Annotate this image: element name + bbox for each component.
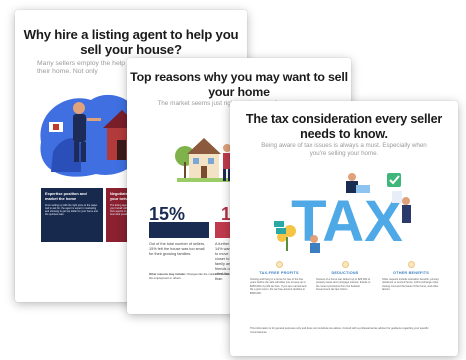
- coin-icon: [275, 261, 283, 268]
- col2-text: Owners of a home can deduct up to $25,00…: [316, 278, 371, 292]
- expertise-heading: Expertise position and market the home: [45, 191, 87, 201]
- tax-free-profits-column: TAX-FREE PROFITS Owning and living in a …: [250, 261, 308, 295]
- col1-text: Owning and living in a home for two of t…: [250, 278, 307, 295]
- tax-columns: TAX-FREE PROFITS Owning and living in a …: [250, 261, 440, 295]
- flyer-tax-consideration: The tax consideration every seller needs…: [230, 101, 458, 356]
- expertise-text: From setting up with the right price to …: [45, 203, 98, 217]
- flyer1-title: Why hire a listing agent to help you sel…: [23, 27, 239, 57]
- flyer3-title: The tax consideration every seller needs…: [245, 112, 443, 141]
- col2-heading: DEDUCTIONS: [331, 271, 359, 275]
- flyer3-footer: This information is for general purposes…: [250, 327, 429, 334]
- deductions-column: DEDUCTIONS Owners of a home can deduct u…: [316, 261, 374, 295]
- coin-icon: [341, 261, 349, 268]
- flyer2-footer: Other reasons may include: Changes like …: [149, 272, 239, 280]
- flyer3-subtitle: Being aware of tax issues is always a mu…: [261, 142, 427, 157]
- flyer2-title: Top reasons why you may want to sell you…: [130, 70, 348, 99]
- tax-word: TAX: [291, 189, 403, 254]
- col3-text: Other aspects include relocation benefit…: [382, 278, 439, 292]
- expertise-box: Expertise position and market the home F…: [41, 188, 103, 242]
- other-benefits-column: OTHER BENEFITS Other aspects include rel…: [382, 261, 440, 295]
- tax-illustration: TAX: [274, 173, 411, 254]
- coin-icon: [407, 261, 415, 268]
- stat1-bar: [149, 222, 209, 238]
- stat1-caption: Out of the total number of sellers, 15% …: [149, 242, 206, 256]
- house-illustration: [175, 138, 233, 182]
- col1-heading: TAX-FREE PROFITS: [259, 271, 299, 275]
- col3-heading: OTHER BENEFITS: [393, 271, 429, 275]
